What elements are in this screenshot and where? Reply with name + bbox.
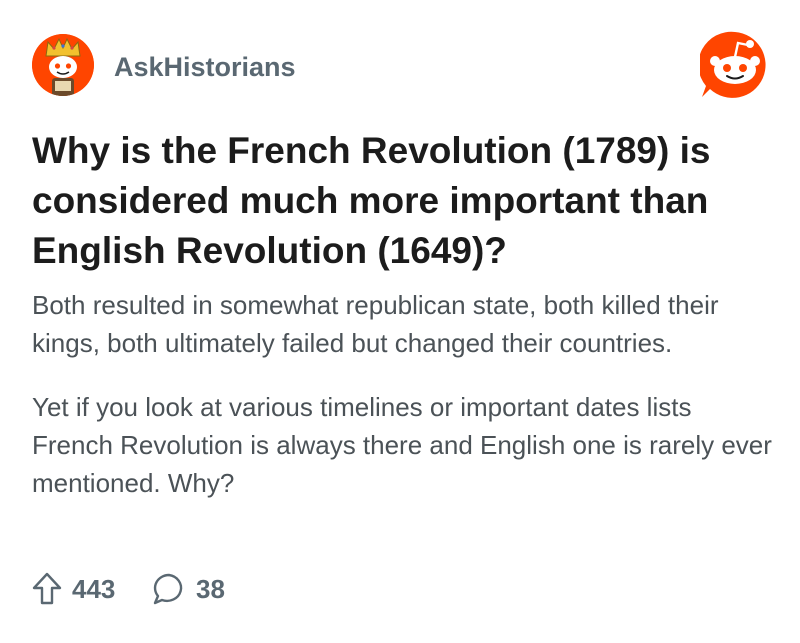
- post-title[interactable]: Why is the French Revolution (1789) is c…: [32, 126, 777, 276]
- upvote-arrow-icon: [32, 572, 62, 605]
- subreddit-name[interactable]: AskHistorians: [114, 52, 296, 83]
- post-body-paragraph: Yet if you look at various timelines or …: [32, 392, 772, 498]
- comment-count: 38: [196, 573, 225, 604]
- comment-bubble-icon: [153, 573, 183, 605]
- post-header: AskHistorians: [32, 31, 770, 106]
- post-body: Both resulted in somewhat republican sta…: [32, 286, 777, 528]
- subreddit-avatar-icon[interactable]: [32, 34, 94, 96]
- comments-button[interactable]: 38: [152, 572, 225, 606]
- reddit-logo-icon: [698, 30, 770, 100]
- post-body-paragraph: Both resulted in somewhat republican sta…: [32, 290, 719, 358]
- upvote-button[interactable]: 443: [32, 572, 115, 606]
- upvote-count: 443: [72, 573, 116, 604]
